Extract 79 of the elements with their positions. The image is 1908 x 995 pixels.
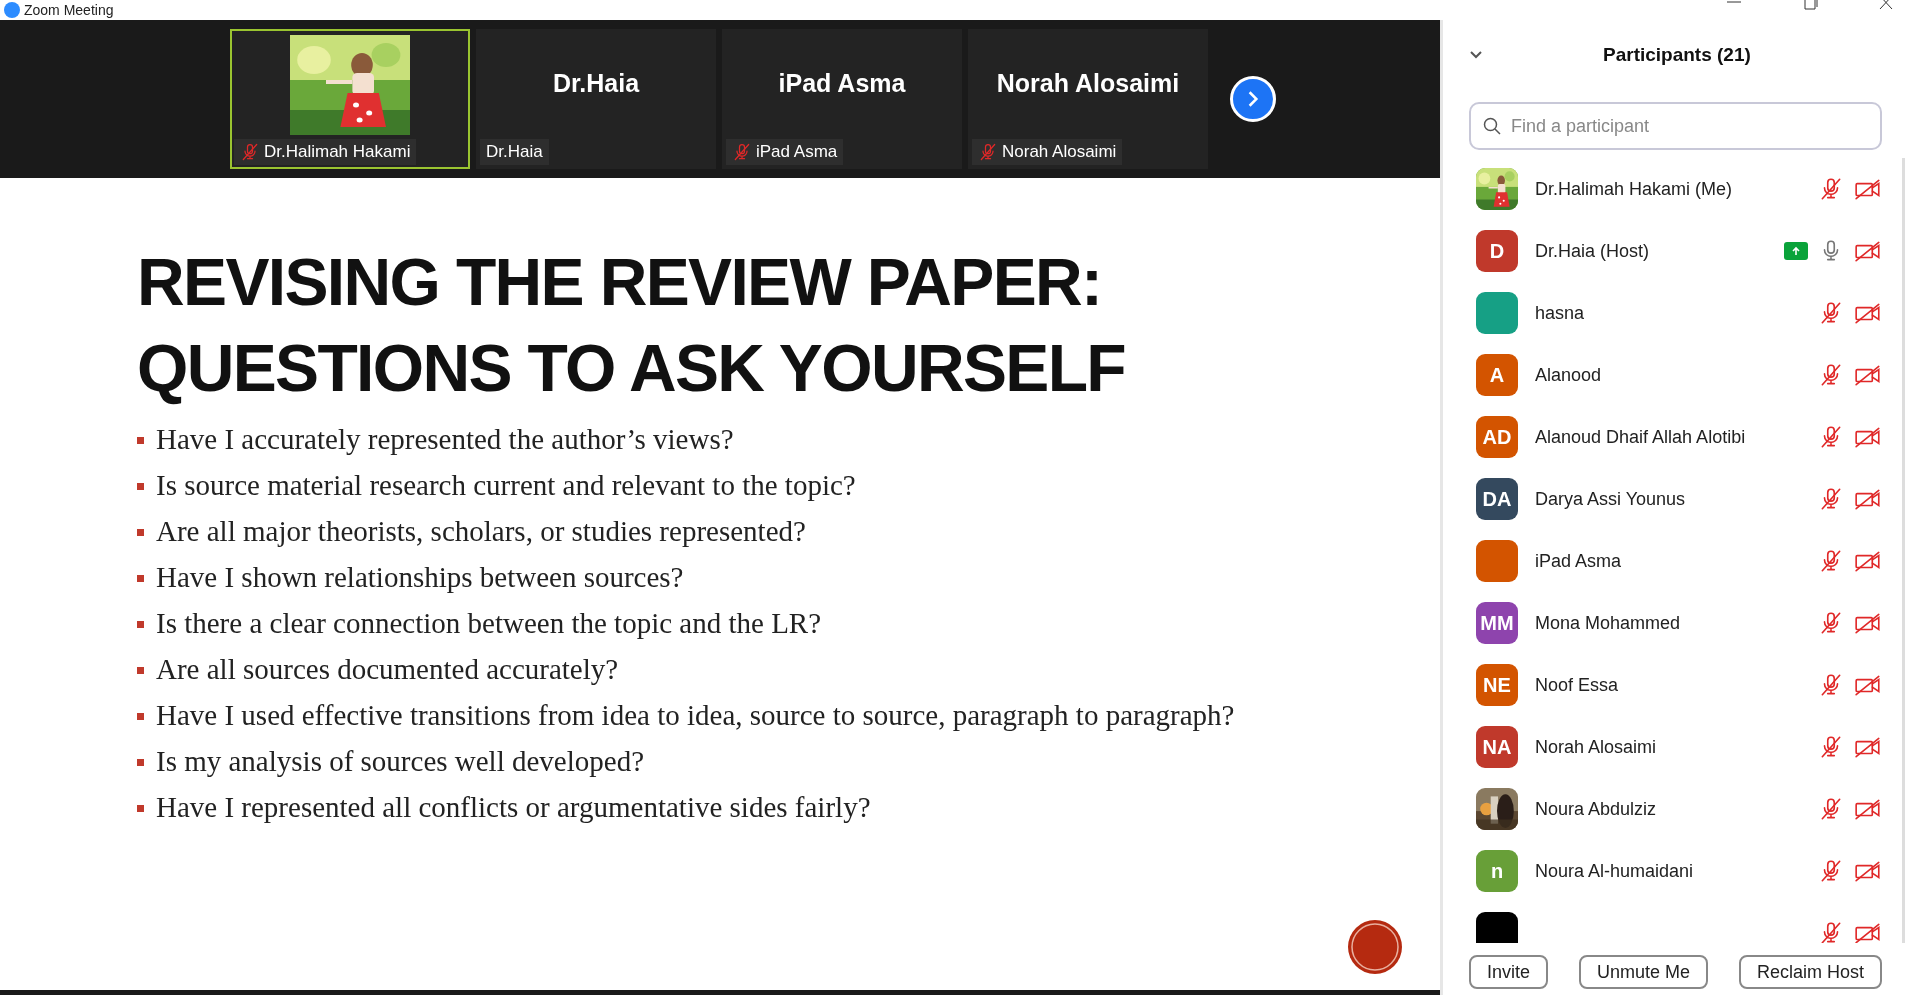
bullet-text: Have I shown relationships between sources? xyxy=(156,561,684,592)
participant-name: hasna xyxy=(1535,301,1585,325)
participant-name: Noof Essa xyxy=(1535,673,1619,697)
bullet-text: Is there a clear connection between the topic and the LR? xyxy=(156,607,822,638)
participant-name: Dr.Halimah Hakami (Me) xyxy=(1535,177,1733,201)
name-label: iPad Asma xyxy=(726,139,844,165)
bullet-icon xyxy=(137,436,144,444)
avatar: DA xyxy=(1476,478,1518,520)
avatar: D xyxy=(1476,230,1518,272)
bullet-text: Have I represented all conflicts or argumentative sides fairly? xyxy=(156,791,871,822)
bullet-text: Have I used effective transitions from idea to idea, source to source, paragraph to paragraph? xyxy=(156,699,1235,730)
participant-name: Norah Alosaimi xyxy=(1535,735,1657,759)
seal-icon xyxy=(1348,920,1402,974)
participant-name: Noura Abdulziz xyxy=(1535,797,1657,821)
bullet-text: Are all sources documented accurately? xyxy=(156,653,619,684)
avatar: n xyxy=(1476,850,1518,892)
video-tile[interactable]: Norah Alosaimi Norah Alosaimi xyxy=(968,29,1208,169)
name-label: Dr.Halimah Hakami xyxy=(234,139,417,165)
bullet-icon xyxy=(137,804,144,812)
avatar: A xyxy=(1476,354,1518,396)
muted-microphone-icon xyxy=(732,142,752,162)
video-tile[interactable]: iPad Asma iPad Asma xyxy=(722,29,962,169)
bullet-icon xyxy=(137,482,144,490)
bullet-text: Is source material research current and relevant to the topic? xyxy=(156,469,856,500)
participant-name: Mona Mohammed xyxy=(1535,611,1681,635)
avatar: MM xyxy=(1476,602,1518,644)
participant-name: Dr.Haia xyxy=(552,68,640,100)
participant-row[interactable]: A Alanood xyxy=(1443,344,1902,406)
bullet-icon xyxy=(137,666,144,674)
bullet-text: Have I accurately represented the author’s views? xyxy=(156,423,734,454)
search-icon xyxy=(1483,117,1501,135)
slide-title: REVISING THE REVIEW PAPER: QUESTIONS TO ASK YOURSELF xyxy=(137,244,1126,407)
participant-row[interactable]: Noura Abdulziz xyxy=(1443,778,1902,840)
participant-name: Darya Assi Younus xyxy=(1535,487,1686,511)
participant-name: Noura Al-humaidani xyxy=(1535,859,1694,883)
search-field[interactable]: Find a participant xyxy=(1469,102,1882,150)
avatar: AD xyxy=(1476,416,1518,458)
bullet-text: Are all major theorists, scholars, or studies represented? xyxy=(156,515,806,546)
bullet-icon xyxy=(137,528,144,536)
bullet-text: Is my analysis of sources well developed? xyxy=(156,745,645,776)
chevron-down-icon[interactable] xyxy=(1469,50,1483,60)
next-page-button[interactable] xyxy=(1230,76,1276,122)
zoom-logo-icon xyxy=(4,2,20,18)
restore-icon[interactable] xyxy=(1802,0,1818,10)
participant-row[interactable]: NA Norah Alosaimi xyxy=(1443,716,1902,778)
name-label: Norah Alosaimi xyxy=(972,139,1123,165)
avatar: NE xyxy=(1476,664,1518,706)
participant-row[interactable]: AD Alanoud Dhaif Allah Alotibi xyxy=(1443,406,1902,468)
participant-name: iPad Asma xyxy=(778,68,906,100)
panel-button[interactable]: Invite xyxy=(1469,955,1549,989)
panel-title: Participants (21) xyxy=(1603,42,1751,67)
minimize-icon[interactable] xyxy=(1726,0,1742,6)
participant-name: Dr.Haia (Host) xyxy=(1535,239,1650,263)
participant-name: Alanoud Dhaif Allah Alotibi xyxy=(1535,425,1746,449)
window-title: Zoom Meeting xyxy=(24,1,114,19)
participant-row[interactable]: iPad Asma xyxy=(1443,530,1902,592)
participant-row[interactable]: MM Mona Mohammed xyxy=(1443,592,1902,654)
avatar: NA xyxy=(1476,726,1518,768)
participant-name: iPad Asma xyxy=(1535,549,1622,573)
participant-row[interactable]: hasna xyxy=(1443,282,1902,344)
panel-button[interactable]: Reclaim Host xyxy=(1738,955,1882,989)
participant-row[interactable]: Dr.Halimah Hakami (Me) xyxy=(1443,158,1902,220)
close-icon[interactable] xyxy=(1878,0,1894,10)
video-tile[interactable]: Dr.Haia Dr.Haia xyxy=(476,29,716,169)
bullet-icon xyxy=(137,620,144,628)
participant-row[interactable]: n Noura Al-humaidani xyxy=(1443,840,1902,902)
video-tile[interactable]: Dr.Halimah Hakami xyxy=(230,29,470,169)
bullet-icon xyxy=(137,574,144,582)
bullet-icon xyxy=(137,712,144,720)
name-label: Dr.Haia xyxy=(480,139,549,165)
muted-microphone-icon xyxy=(240,142,260,162)
muted-microphone-icon xyxy=(978,142,998,162)
bullet-icon xyxy=(137,758,144,766)
participant-name: Norah Alosaimi xyxy=(996,68,1180,100)
participant-row[interactable]: DA Darya Assi Younus xyxy=(1443,468,1902,530)
panel-button[interactable]: Unmute Me xyxy=(1578,955,1708,989)
participant-row[interactable]: NE Noof Essa xyxy=(1443,654,1902,716)
participant-name: Alanood xyxy=(1535,363,1602,387)
participant-row[interactable]: D Dr.Haia (Host) xyxy=(1443,220,1902,282)
